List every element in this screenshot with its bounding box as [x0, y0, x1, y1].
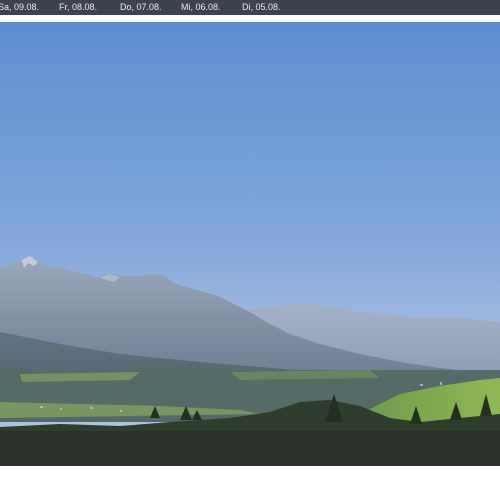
date-tab-wed[interactable]: Mi, 06.08.: [181, 0, 242, 15]
date-tab-tue[interactable]: Di, 05.08.: [242, 0, 303, 15]
webcam-image[interactable]: [0, 22, 500, 466]
image-caption-overlay: [0, 431, 500, 466]
date-tab-sat[interactable]: Sa, 09.08.: [0, 0, 59, 15]
page-footer-area: [0, 466, 500, 500]
date-navigation-bar: Sa, 09.08. Fr, 08.08. Do, 07.08. Mi, 06.…: [0, 0, 500, 15]
mountain-landscape-image: [0, 22, 500, 466]
date-tab-fri[interactable]: Fr, 08.08.: [59, 0, 120, 15]
date-tab-thu[interactable]: Do, 07.08.: [120, 0, 181, 15]
divider: [0, 15, 500, 22]
